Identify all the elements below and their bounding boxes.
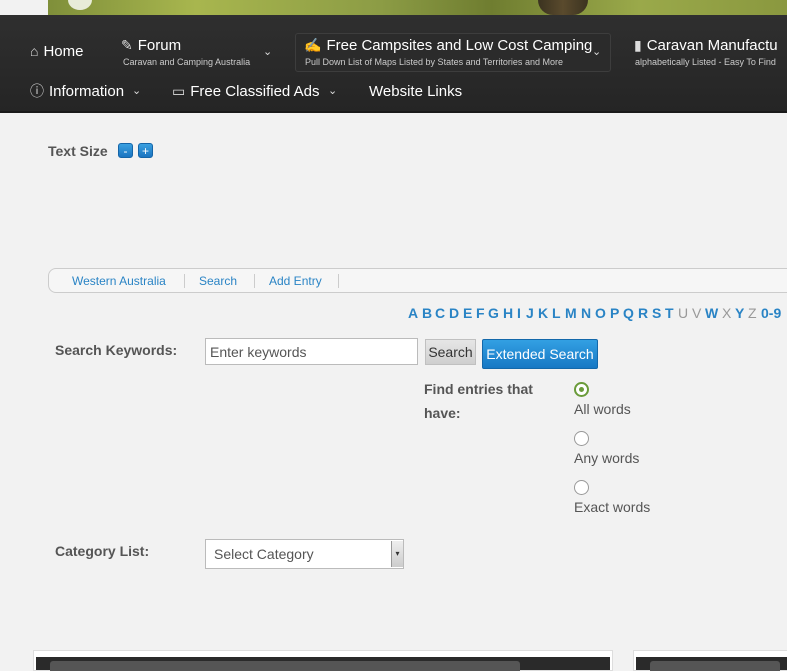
text-size-label: Text Size — [48, 143, 108, 159]
alpha-link-0-9[interactable]: 0-9 — [761, 305, 781, 321]
alpha-link-v: V — [692, 305, 702, 321]
alpha-link-j[interactable]: J — [526, 305, 534, 321]
alpha-link-c[interactable]: C — [435, 305, 445, 321]
extended-search-button[interactable]: Extended Search — [482, 339, 598, 369]
alpha-link-i[interactable]: I — [517, 305, 521, 321]
nav-home-label: Home — [43, 43, 84, 60]
alpha-link-k[interactable]: K — [538, 305, 548, 321]
nav-item-manufacturers[interactable]: ▮ Caravan Manufactu alphabetically Liste… — [634, 37, 778, 67]
info-icon: ⓘ — [30, 83, 44, 99]
breadcrumb-divider — [254, 274, 255, 288]
alpha-link-p[interactable]: P — [610, 305, 619, 321]
find-entries-label: Find entries that have: — [424, 381, 533, 421]
alpha-link-g[interactable]: G — [488, 305, 499, 321]
nav-item-classified[interactable]: ▭ Free Classified Ads ⌄ — [172, 83, 337, 100]
chevron-down-icon[interactable]: ⌄ — [263, 45, 272, 58]
alpha-link-a[interactable]: A — [408, 305, 418, 321]
text-size-increase-button[interactable]: + — [138, 143, 153, 158]
nav-campsites-subtitle: Pull Down List of Maps Listed by States … — [305, 57, 563, 67]
pencil-icon: ✎ — [121, 37, 133, 53]
search-keywords-input[interactable] — [205, 338, 418, 365]
radio-any-words-label: Any words — [574, 450, 640, 466]
nav-manufacturers-label: Caravan Manufactu — [646, 37, 778, 54]
breadcrumb-add-entry[interactable]: Add Entry — [269, 274, 322, 288]
listing-panel-right — [633, 650, 787, 671]
radio-exact-words-label: Exact words — [574, 499, 651, 515]
alpha-link-z: Z — [748, 305, 757, 321]
radio-exact-words[interactable] — [574, 480, 589, 495]
breadcrumb-western-australia[interactable]: Western Australia — [72, 274, 166, 288]
alpha-link-h[interactable]: H — [503, 305, 513, 321]
nav-campsites-label: Free Campsites and Low Cost Camping — [326, 37, 593, 54]
nav-forum-label: Forum — [137, 37, 182, 54]
alpha-link-s[interactable]: S — [652, 305, 661, 321]
nav-manufacturers-subtitle: alphabetically Listed - Easy To Find — [635, 57, 776, 67]
nav-item-information[interactable]: ⓘ Information ⌄ — [30, 83, 141, 100]
alpha-link-d[interactable]: D — [449, 305, 459, 321]
category-select-value: Select Category — [214, 546, 314, 562]
clipboard-icon: ▮ — [634, 37, 642, 53]
alpha-link-f[interactable]: F — [476, 305, 485, 321]
alpha-link-n[interactable]: N — [581, 305, 591, 321]
radio-all-words-label: All words — [574, 401, 631, 417]
home-icon: ⌂ — [30, 43, 39, 59]
alpha-link-q[interactable]: Q — [623, 305, 634, 321]
listing-panel-left — [33, 650, 613, 671]
radio-all-words[interactable] — [574, 382, 589, 397]
select-arrow-icon: ▾ — [391, 541, 403, 567]
listing-panel-header — [36, 657, 610, 671]
alpha-link-r[interactable]: R — [638, 305, 648, 321]
nav-item-website-links[interactable]: Website Links — [369, 83, 462, 100]
text-size-decrease-button[interactable]: - — [118, 143, 133, 158]
nav-forum-subtitle: Caravan and Camping Australia — [123, 57, 251, 67]
listing-panel-header — [636, 657, 787, 671]
edit-icon: ✍ — [304, 37, 322, 53]
alpha-link-w[interactable]: W — [705, 305, 718, 321]
category-select[interactable]: Select Category ▾ — [205, 539, 404, 569]
breadcrumb-search[interactable]: Search — [199, 274, 237, 288]
alpha-link-e[interactable]: E — [463, 305, 472, 321]
search-button[interactable]: Search — [425, 339, 476, 365]
alpha-link-t[interactable]: T — [665, 305, 674, 321]
listing-panel-title-cropped — [650, 661, 780, 671]
header-banner-image — [48, 0, 787, 15]
alpha-link-b[interactable]: B — [422, 305, 432, 321]
chevron-down-icon[interactable]: ⌄ — [132, 84, 141, 97]
nav-item-campsites[interactable]: ✍ Free Campsites and Low Cost Camping Pu… — [304, 37, 601, 67]
alpha-link-y[interactable]: Y — [735, 305, 744, 321]
nav-links-label: Website Links — [369, 83, 463, 100]
breadcrumb-divider — [338, 274, 339, 288]
alpha-link-l[interactable]: L — [552, 305, 561, 321]
banner-decoration — [68, 0, 92, 10]
alpha-link-u: U — [678, 305, 689, 321]
chevron-down-icon[interactable]: ⌄ — [592, 45, 601, 58]
alpha-link-x: X — [722, 305, 732, 321]
nav-classified-label: Free Classified Ads — [190, 83, 320, 100]
alpha-link-m[interactable]: M — [565, 305, 577, 321]
main-navigation: ⌂ Home ✎ Forum Caravan and Camping Austr… — [0, 15, 787, 113]
nav-item-forum[interactable]: ✎ Forum Caravan and Camping Australia ⌄ — [121, 37, 272, 67]
alpha-link-o[interactable]: O — [595, 305, 606, 321]
nav-information-label: Information — [49, 83, 125, 100]
breadcrumb-divider — [184, 274, 185, 288]
breadcrumb: Western Australia Search Add Entry — [48, 268, 787, 293]
monitor-icon: ▭ — [172, 83, 186, 99]
listing-panel-title-cropped — [50, 661, 520, 671]
chevron-down-icon[interactable]: ⌄ — [328, 84, 337, 97]
nav-item-home[interactable]: ⌂ Home — [30, 43, 83, 60]
search-keywords-label: Search Keywords: — [55, 342, 178, 358]
radio-any-words[interactable] — [574, 431, 589, 446]
category-list-label: Category List: — [55, 543, 150, 559]
banner-tree — [538, 0, 588, 15]
